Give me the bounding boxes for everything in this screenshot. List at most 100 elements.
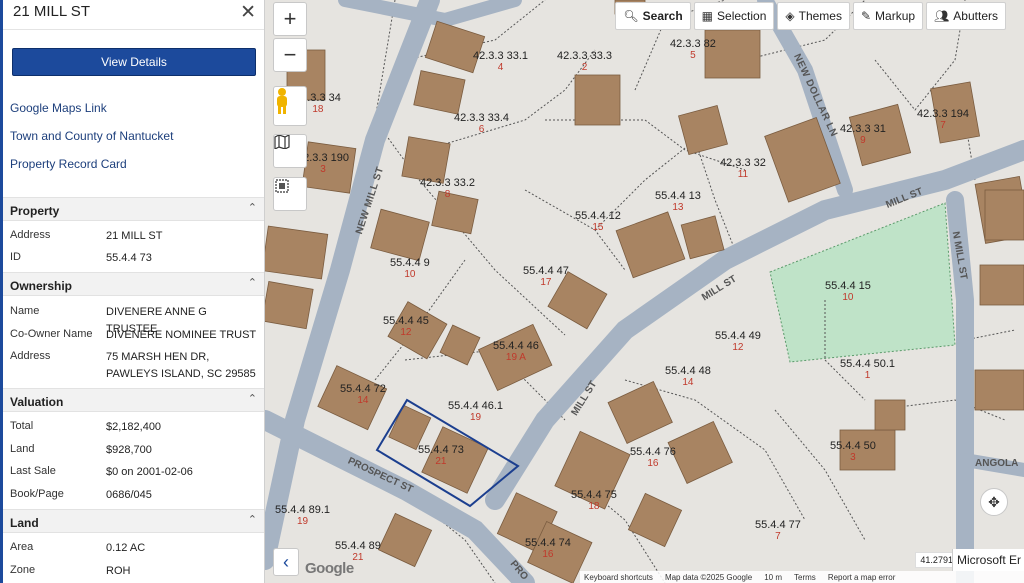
parcel-label[interactable]: 55.4.4 49 12 — [715, 330, 761, 354]
section-ownership-header[interactable]: Ownership ⌃ — [3, 272, 264, 296]
chevron-up-icon[interactable]: ⌃ — [248, 201, 257, 214]
parcel-label[interactable]: 55.4.4 46 19 A — [493, 340, 539, 364]
parcel-label[interactable]: 55.4.4 75 18 — [571, 489, 617, 513]
parcel-id: 55.4.4 46.1 — [448, 400, 504, 412]
parcel-id: 55.4.4 89 — [335, 540, 381, 552]
parcel-id: 55.4.4 50.1 — [840, 358, 896, 370]
street-label: ANGOLA — [975, 458, 1019, 469]
map-toolbar: 🔍︎ Search ▦ Selection ◈ Themes ✎ Markup 👥︎ Ab… — [615, 2, 1006, 30]
property-record-card-link[interactable]: Property Record Card — [10, 157, 127, 171]
themes-button[interactable]: ◈ Themes — [777, 2, 850, 30]
parcel-label[interactable]: 42.3.3 32 11 — [720, 157, 766, 181]
parcel-label[interactable]: 42.3.3 82 5 — [670, 38, 716, 62]
abutters-button[interactable]: 👥︎ Abutters — [926, 2, 1006, 30]
section-property-header[interactable]: Property ⌃ — [3, 197, 264, 221]
zoom-out-button[interactable]: − — [273, 38, 307, 72]
select-area-icon[interactable] — [273, 177, 307, 211]
parcel-label[interactable]: 55.4.4 89.1 19 — [275, 504, 330, 528]
keyboard-shortcuts-link[interactable]: Keyboard shortcuts — [584, 573, 653, 582]
users-icon: 👥︎ — [934, 9, 950, 23]
field-label: Address — [10, 229, 51, 241]
parcel-label[interactable]: 55.4.4 76 16 — [630, 446, 676, 470]
parcel-label[interactable]: 55.4.4 77 7 — [755, 519, 801, 543]
field-value: $2,182,400 — [106, 421, 162, 433]
building — [979, 264, 1024, 306]
parcel-number: 8 — [444, 189, 451, 200]
terms-link[interactable]: Terms — [794, 573, 816, 582]
section-title: Valuation — [10, 395, 64, 409]
search-button[interactable]: 🔍︎ Search — [615, 2, 691, 30]
parcel-label[interactable]: 42.3.3 33.4 6 — [454, 112, 509, 136]
field-value: DIVENERE NOMINEE TRUST — [106, 329, 257, 341]
street-view-pegman-icon[interactable] — [273, 86, 307, 126]
field-label: Zone — [10, 564, 36, 576]
panel-header: 21 MILL ST ✕ — [3, 0, 264, 30]
markup-button[interactable]: ✎ Markup — [852, 2, 924, 30]
parcel-label[interactable]: 42.3.3 33.1 4 — [473, 50, 528, 74]
field-label: Total — [10, 420, 34, 432]
report-error-link[interactable]: Report a map error — [828, 573, 896, 582]
parcel-label[interactable]: 55.4.4 9 10 — [390, 257, 430, 281]
section-valuation-header[interactable]: Valuation ⌃ — [3, 388, 264, 412]
parcel-label[interactable]: 55.4.4 48 14 — [665, 365, 711, 389]
field-value: 0686/045 — [106, 489, 152, 501]
parcel-id: 55.4.4 73 — [418, 444, 464, 456]
parcel-label[interactable]: 55.4.4 50.1 1 — [840, 358, 895, 382]
parcel-label[interactable]: 55.4.4 13 13 — [655, 190, 701, 214]
parcel-label[interactable]: 42.3.3 31 9 — [840, 123, 886, 147]
field-label: Co-Owner Name — [10, 328, 93, 340]
parcel-label[interactable]: 55.4.4 72 14 — [340, 383, 386, 407]
parcel-label[interactable]: 55.4.4 73 21 — [418, 444, 464, 468]
zoom-in-button[interactable]: + — [273, 2, 307, 36]
parcel-id: 42.3.3 33.2 — [420, 177, 476, 189]
parcel-id: 42.3.3 82 — [670, 38, 716, 50]
google-maps-link[interactable]: Google Maps Link — [10, 101, 107, 115]
parcel-id: 42.3.3 33.4 — [454, 112, 510, 124]
close-icon[interactable]: ✕ — [240, 1, 256, 24]
scale-bar: 10 m — [764, 572, 783, 582]
parcel-number: 3 — [850, 452, 856, 463]
chevron-up-icon[interactable]: ⌃ — [248, 392, 257, 405]
map-canvas[interactable]: NEW MILL ST NEW DOLLAR LN MILL ST MILL S… — [265, 0, 1024, 583]
parcel-label[interactable]: 55.4.4 45 12 — [383, 315, 429, 339]
grid-icon: ▦ — [701, 9, 714, 23]
field-value: 21 MILL ST — [106, 230, 163, 242]
parcel-label[interactable]: 55.4.4 15 10 — [825, 280, 871, 304]
field-value: $928,700 — [106, 444, 152, 456]
map-data-text: Map data ©2025 Google — [664, 572, 753, 582]
parcel-number: 9 — [860, 135, 866, 146]
field-label: Land — [10, 443, 35, 455]
parcel-label[interactable]: 42.3.3 33.3 2 — [557, 50, 612, 74]
parcel-number: 11 — [737, 169, 749, 180]
brush-icon: ✎ — [860, 9, 872, 23]
parcel-label[interactable]: 55.4.4 47 17 — [523, 265, 569, 289]
collapse-panel-button[interactable]: ‹ — [273, 548, 299, 576]
parcel-label[interactable]: 42.3.3 194 7 — [917, 108, 969, 132]
parcel-number: 16 — [542, 549, 554, 560]
parcel-label[interactable]: 55.4.4 12 15 — [575, 210, 621, 234]
parcel-number: 7 — [940, 120, 946, 131]
pan-compass-icon[interactable]: ✥ — [980, 488, 1008, 516]
parcel-label[interactable]: 55.4.4 46.1 19 — [448, 400, 503, 424]
field-value: 55.4.4 73 — [106, 252, 152, 264]
selection-button[interactable]: ▦ Selection — [693, 2, 775, 30]
parcel-id: 55.4.4 15 — [825, 280, 871, 292]
chevron-up-icon[interactable]: ⌃ — [248, 513, 257, 526]
chevron-up-icon[interactable]: ⌃ — [248, 276, 257, 289]
map-attribution: Keyboard shortcuts Map data ©2025 Google… — [580, 571, 1024, 583]
parcel-label[interactable]: 55.4.4 74 16 — [525, 537, 571, 561]
parcel-number: 19 — [296, 516, 309, 527]
map-layers-icon[interactable] — [273, 134, 307, 168]
parcel-label[interactable]: 55.4.4 50 3 — [830, 440, 876, 464]
parcel-id: 55.4.4 77 — [755, 519, 801, 531]
parcel-number: 18 — [588, 501, 600, 512]
field-value: 75 MARSH HEN DR, PAWLEYS ISLAND, SC 2958… — [106, 351, 256, 380]
parcel-label[interactable]: 42.3.3 33.2 8 — [420, 177, 475, 201]
view-details-button[interactable]: View Details — [12, 48, 256, 76]
town-county-link[interactable]: Town and County of Nantucket — [10, 129, 173, 143]
search-icon: 🔍︎ — [623, 9, 639, 23]
building — [874, 399, 906, 431]
microsoft-attribution: Microsoft Er — [952, 549, 1024, 571]
section-land-header[interactable]: Land ⌃ — [3, 509, 264, 533]
section-title: Land — [10, 516, 39, 530]
